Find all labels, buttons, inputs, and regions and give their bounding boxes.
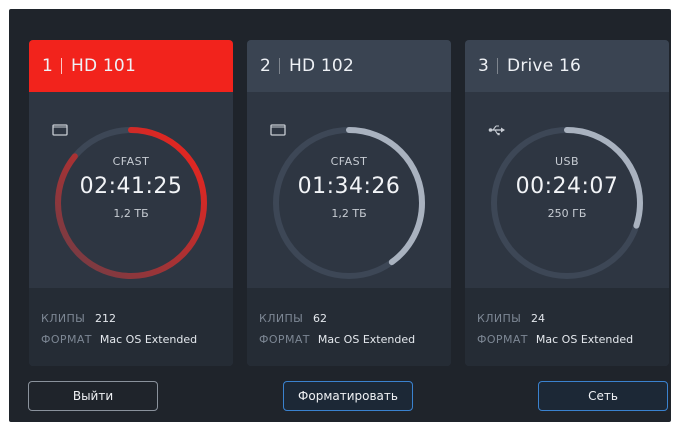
capacity-label: 1,2 ТБ [331, 207, 367, 220]
drive-card-3[interactable]: 3 Drive 16 USB 00:24:07 250 ГБ КЛИПЫ 24 … [465, 40, 669, 366]
capacity-label: 1,2 ТБ [113, 207, 149, 220]
network-button[interactable]: Сеть [538, 381, 668, 411]
clips-label: КЛИПЫ [259, 312, 304, 325]
clips-row: КЛИПЫ 62 [259, 312, 327, 325]
drive-card-2[interactable]: 2 HD 102 CFAST 01:34:26 1,2 ТБ КЛИПЫ 62 [247, 40, 451, 366]
remaining-time-ring: CFAST 02:41:25 1,2 ТБ [52, 124, 210, 282]
card-icon [52, 124, 140, 151]
clips-row: КЛИПЫ 24 [477, 312, 545, 325]
drive-card-header: 2 HD 102 [247, 40, 451, 92]
header-separator [279, 58, 281, 74]
capacity-label: 250 ГБ [547, 207, 587, 220]
format-row: ФОРМАТ Mac OS Extended [41, 333, 197, 346]
header-separator [497, 58, 499, 74]
remaining-timecode: 01:34:26 [297, 174, 401, 199]
drive-info-panel: КЛИПЫ 62 ФОРМАТ Mac OS Extended [247, 288, 451, 366]
remaining-timecode: 00:24:07 [515, 174, 619, 199]
clips-value: 212 [95, 312, 116, 325]
drive-info-panel: КЛИПЫ 212 ФОРМАТ Mac OS Extended [29, 288, 233, 366]
drive-name: HD 102 [289, 56, 354, 76]
clips-value: 24 [531, 312, 545, 325]
drive-info-panel: КЛИПЫ 24 ФОРМАТ Mac OS Extended [465, 288, 669, 366]
format-value: Mac OS Extended [99, 333, 198, 346]
format-row: ФОРМАТ Mac OS Extended [477, 333, 633, 346]
exit-button[interactable]: Выйти [28, 381, 158, 411]
remaining-timecode: 02:41:25 [79, 174, 183, 199]
format-button[interactable]: Форматировать [283, 381, 413, 411]
drive-number: 2 [260, 56, 272, 76]
storage-manager-screen: 1 HD 101 CFAST 02:41:25 1,2 ТБ КЛИПЫ 212… [9, 9, 671, 422]
media-type-label: CFAST [330, 155, 368, 168]
media-type-label: CFAST [112, 155, 150, 168]
drive-number: 3 [478, 56, 490, 76]
format-value: Mac OS Extended [535, 333, 634, 346]
media-type-label: USB [554, 155, 580, 168]
clips-value: 62 [313, 312, 327, 325]
usb-icon [488, 125, 576, 151]
drive-number: 1 [42, 56, 54, 76]
format-label: ФОРМАТ [477, 333, 528, 346]
drive-name: Drive 16 [507, 56, 581, 76]
drive-card-1[interactable]: 1 HD 101 CFAST 02:41:25 1,2 ТБ КЛИПЫ 212… [29, 40, 233, 366]
format-row: ФОРМАТ Mac OS Extended [259, 333, 415, 346]
format-label: ФОРМАТ [259, 333, 310, 346]
format-label: ФОРМАТ [41, 333, 92, 346]
card-icon [270, 124, 358, 151]
format-value: Mac OS Extended [317, 333, 416, 346]
clips-label: КЛИПЫ [41, 312, 86, 325]
remaining-time-ring: CFAST 01:34:26 1,2 ТБ [270, 124, 428, 282]
header-separator [61, 58, 63, 74]
drive-name: HD 101 [71, 56, 136, 76]
remaining-time-ring: USB 00:24:07 250 ГБ [488, 124, 646, 282]
drive-card-header: 3 Drive 16 [465, 40, 669, 92]
clips-label: КЛИПЫ [477, 312, 522, 325]
drive-card-header: 1 HD 101 [29, 40, 233, 92]
clips-row: КЛИПЫ 212 [41, 312, 116, 325]
